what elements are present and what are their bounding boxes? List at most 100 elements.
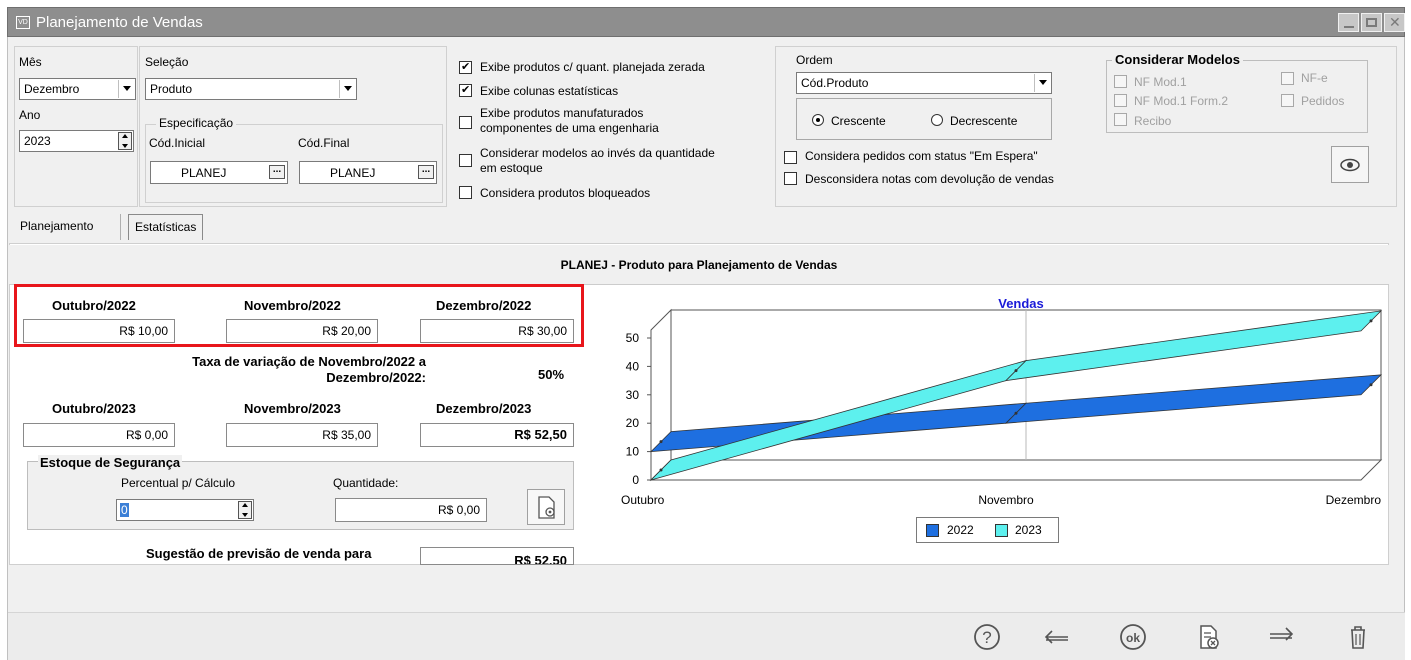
- estoque-group: [27, 461, 574, 530]
- help-button[interactable]: ?: [972, 622, 1002, 652]
- checkbox-nfe[interactable]: [1281, 72, 1294, 85]
- nf-mod1-label: NF Mod.1: [1134, 75, 1187, 89]
- legend-swatch-2023: [995, 524, 1008, 537]
- spin-arrows-icon[interactable]: [118, 132, 132, 150]
- ano-stepper[interactable]: 2023: [19, 130, 134, 152]
- x-tick-label: Outubro: [621, 493, 665, 507]
- selecao-value: Produto: [150, 82, 193, 96]
- mes-select[interactable]: Dezembro: [19, 78, 136, 100]
- ellipsis-button[interactable]: ...: [269, 165, 285, 179]
- highlight-box: [14, 284, 584, 347]
- eye-icon: [1340, 158, 1360, 172]
- checkbox-em-espera[interactable]: [784, 151, 797, 164]
- ano-value: 2023: [24, 134, 51, 148]
- close-button[interactable]: ✕: [1384, 13, 1405, 32]
- svg-text:ok: ok: [1126, 631, 1140, 645]
- valor-novembro-2023: R$ 35,00: [226, 423, 378, 447]
- label-dezembro-2023: Dezembro/2023: [436, 401, 532, 416]
- selecao-select[interactable]: Produto: [145, 78, 357, 100]
- percentual-input[interactable]: 0: [116, 499, 254, 521]
- document-gear-icon: [538, 496, 555, 519]
- chevron-down-icon[interactable]: [339, 80, 355, 98]
- label-novembro-2023: Novembro/2023: [244, 401, 341, 416]
- checkbox-modelos-estoque-label: Considerar modelos ao invés da quantidad…: [480, 146, 715, 175]
- mes-label: Mês: [19, 55, 42, 69]
- nf-mod1-form2-label: NF Mod.1 Form.2: [1134, 94, 1229, 108]
- mes-value: Dezembro: [24, 82, 80, 96]
- maximize-icon: [1366, 18, 1377, 27]
- checkbox-zerada[interactable]: [459, 60, 472, 74]
- modelos-title: Considerar Modelos: [1112, 52, 1243, 67]
- title-bar: VD Planejamento de Vendas ✕: [7, 7, 1405, 37]
- selecao-label: Seleção: [145, 55, 189, 69]
- checkbox-nf-mod1[interactable]: [1114, 75, 1127, 88]
- chart-legend: 2022 2023: [916, 517, 1059, 543]
- back-button[interactable]: [1042, 622, 1072, 652]
- checkbox-bloqueados[interactable]: [459, 186, 472, 199]
- view-button[interactable]: [1331, 146, 1369, 183]
- window-title: Planejamento de Vendas: [36, 14, 203, 31]
- legend-label-2023: 2023: [1015, 523, 1042, 537]
- maximize-button[interactable]: [1361, 13, 1382, 32]
- recibo-label: Recibo: [1134, 114, 1172, 128]
- sugestao-label: Sugestão de previsão de venda para: [146, 546, 372, 561]
- checkbox-bloqueados-label: Considera produtos bloqueados: [480, 186, 651, 200]
- checkbox-modelos-estoque[interactable]: [459, 154, 472, 167]
- cod-inicial-input[interactable]: PLANEJ ...: [150, 161, 288, 184]
- ano-label: Ano: [19, 108, 41, 122]
- minimize-button[interactable]: [1338, 13, 1359, 32]
- legend-label-2022: 2022: [947, 523, 974, 537]
- tab-planejamento[interactable]: Planejamento: [14, 214, 99, 238]
- delete-button[interactable]: [1343, 622, 1373, 652]
- ordem-value: Cód.Produto: [801, 76, 869, 90]
- arrow-right-icon: [1270, 627, 1294, 641]
- ok-button[interactable]: ok: [1118, 622, 1148, 652]
- taxa-value: 50%: [538, 367, 565, 382]
- x-tick-label: Dezembro: [1326, 493, 1382, 507]
- ordem-label: Ordem: [796, 53, 833, 67]
- series-2022-point: [1014, 411, 1018, 415]
- y-tick-label: 40: [626, 359, 640, 373]
- decrescente-label: Decrescente: [950, 114, 1018, 128]
- document-cancel-icon: [1200, 625, 1219, 649]
- quantidade-value: R$ 0,00: [335, 498, 487, 522]
- valor-outubro-2023: R$ 0,00: [23, 423, 175, 447]
- series-2023-point: [1014, 369, 1018, 373]
- crescente-radio[interactable]: [812, 114, 824, 126]
- chevron-down-icon[interactable]: [118, 80, 134, 98]
- checkbox-zerada-label: Exibe produtos c/ quant. planejada zerad…: [480, 60, 705, 74]
- minimize-icon: [1344, 26, 1354, 28]
- checkbox-devolucao[interactable]: [784, 172, 797, 185]
- valor-dezembro-2023: R$ 52,50: [420, 423, 574, 447]
- trash-icon: [1351, 626, 1365, 649]
- checkbox-recibo[interactable]: [1114, 113, 1127, 126]
- y-tick-label: 30: [626, 388, 640, 402]
- svg-text:?: ?: [982, 628, 991, 647]
- cod-final-input[interactable]: PLANEJ ...: [299, 161, 437, 184]
- crescente-label: Crescente: [831, 114, 886, 128]
- spin-arrows-icon[interactable]: [238, 501, 252, 519]
- calculate-button[interactable]: [527, 489, 565, 525]
- quantidade-label: Quantidade:: [333, 476, 399, 490]
- ordem-select[interactable]: Cód.Produto: [796, 72, 1052, 94]
- arrow-left-icon: [1044, 630, 1068, 644]
- checkbox-manufaturados[interactable]: [459, 116, 472, 129]
- checkbox-estatisticas[interactable]: [459, 83, 472, 97]
- forward-button[interactable]: [1266, 622, 1296, 652]
- chevron-down-icon[interactable]: [1034, 74, 1050, 92]
- series-2022-point: [1369, 383, 1373, 387]
- decrescente-radio[interactable]: [931, 114, 943, 126]
- series-2023-point: [1369, 319, 1373, 323]
- checkbox-nf-mod1-form2[interactable]: [1114, 94, 1127, 107]
- taxa-label: Taxa de variação de Novembro/2022 a Deze…: [192, 354, 426, 385]
- checkbox-pedidos[interactable]: [1281, 94, 1294, 107]
- label-outubro-2023: Outubro/2023: [52, 401, 136, 416]
- y-tick-label: 50: [626, 331, 640, 345]
- tab-divider: [120, 214, 121, 240]
- ok-icon: ok: [1120, 624, 1146, 650]
- ellipsis-button[interactable]: ...: [418, 165, 434, 179]
- cod-inicial-label: Cód.Inicial: [149, 136, 206, 150]
- tab-estatisticas[interactable]: Estatísticas: [128, 214, 204, 240]
- cancel-report-button[interactable]: [1193, 622, 1223, 652]
- chart-floor: [649, 459, 1383, 481]
